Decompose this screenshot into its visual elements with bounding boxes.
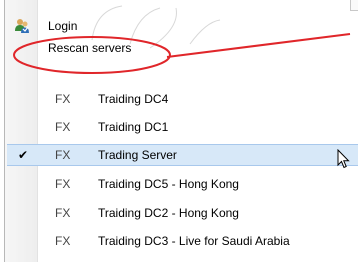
server-item[interactable]: FX Traiding DC2 - Hong Kong bbox=[7, 202, 358, 224]
window-corner bbox=[350, 0, 358, 11]
server-prefix: FX bbox=[55, 92, 71, 106]
server-item-selected[interactable]: ✔ FX Trading Server bbox=[7, 144, 358, 169]
server-item[interactable]: FX Traiding DC5 - Hong Kong bbox=[7, 173, 358, 195]
rescan-servers-label: Rescan servers bbox=[48, 41, 132, 55]
server-prefix: FX bbox=[55, 177, 71, 191]
server-prefix: FX bbox=[55, 120, 71, 134]
server-name: Traiding DC2 - Hong Kong bbox=[98, 206, 239, 220]
server-prefix: FX bbox=[55, 206, 71, 220]
server-context-menu: Login Rescan servers FX Traiding DC4 FX … bbox=[4, 0, 358, 262]
server-name: Trading Server bbox=[98, 148, 177, 162]
login-label: Login bbox=[48, 19, 78, 33]
server-item[interactable]: FX Traiding DC4 bbox=[7, 88, 358, 110]
server-item[interactable]: FX Traiding DC3 - Live for Saudi Arabia bbox=[7, 230, 358, 252]
users-login-icon bbox=[15, 19, 29, 33]
rescan-servers-menu-item[interactable]: Rescan servers bbox=[7, 37, 358, 59]
server-name: Traiding DC1 bbox=[98, 120, 169, 134]
mouse-cursor-icon bbox=[337, 149, 350, 169]
server-prefix: FX bbox=[55, 148, 71, 162]
server-prefix: FX bbox=[55, 234, 71, 248]
server-name: Traiding DC3 - Live for Saudi Arabia bbox=[98, 234, 290, 248]
login-menu-item[interactable]: Login bbox=[7, 15, 358, 37]
checkmark-icon: ✔ bbox=[18, 148, 29, 162]
server-name: Traiding DC4 bbox=[98, 92, 169, 106]
server-name: Traiding DC5 - Hong Kong bbox=[98, 177, 239, 191]
server-item[interactable]: FX Traiding DC1 bbox=[7, 116, 358, 138]
